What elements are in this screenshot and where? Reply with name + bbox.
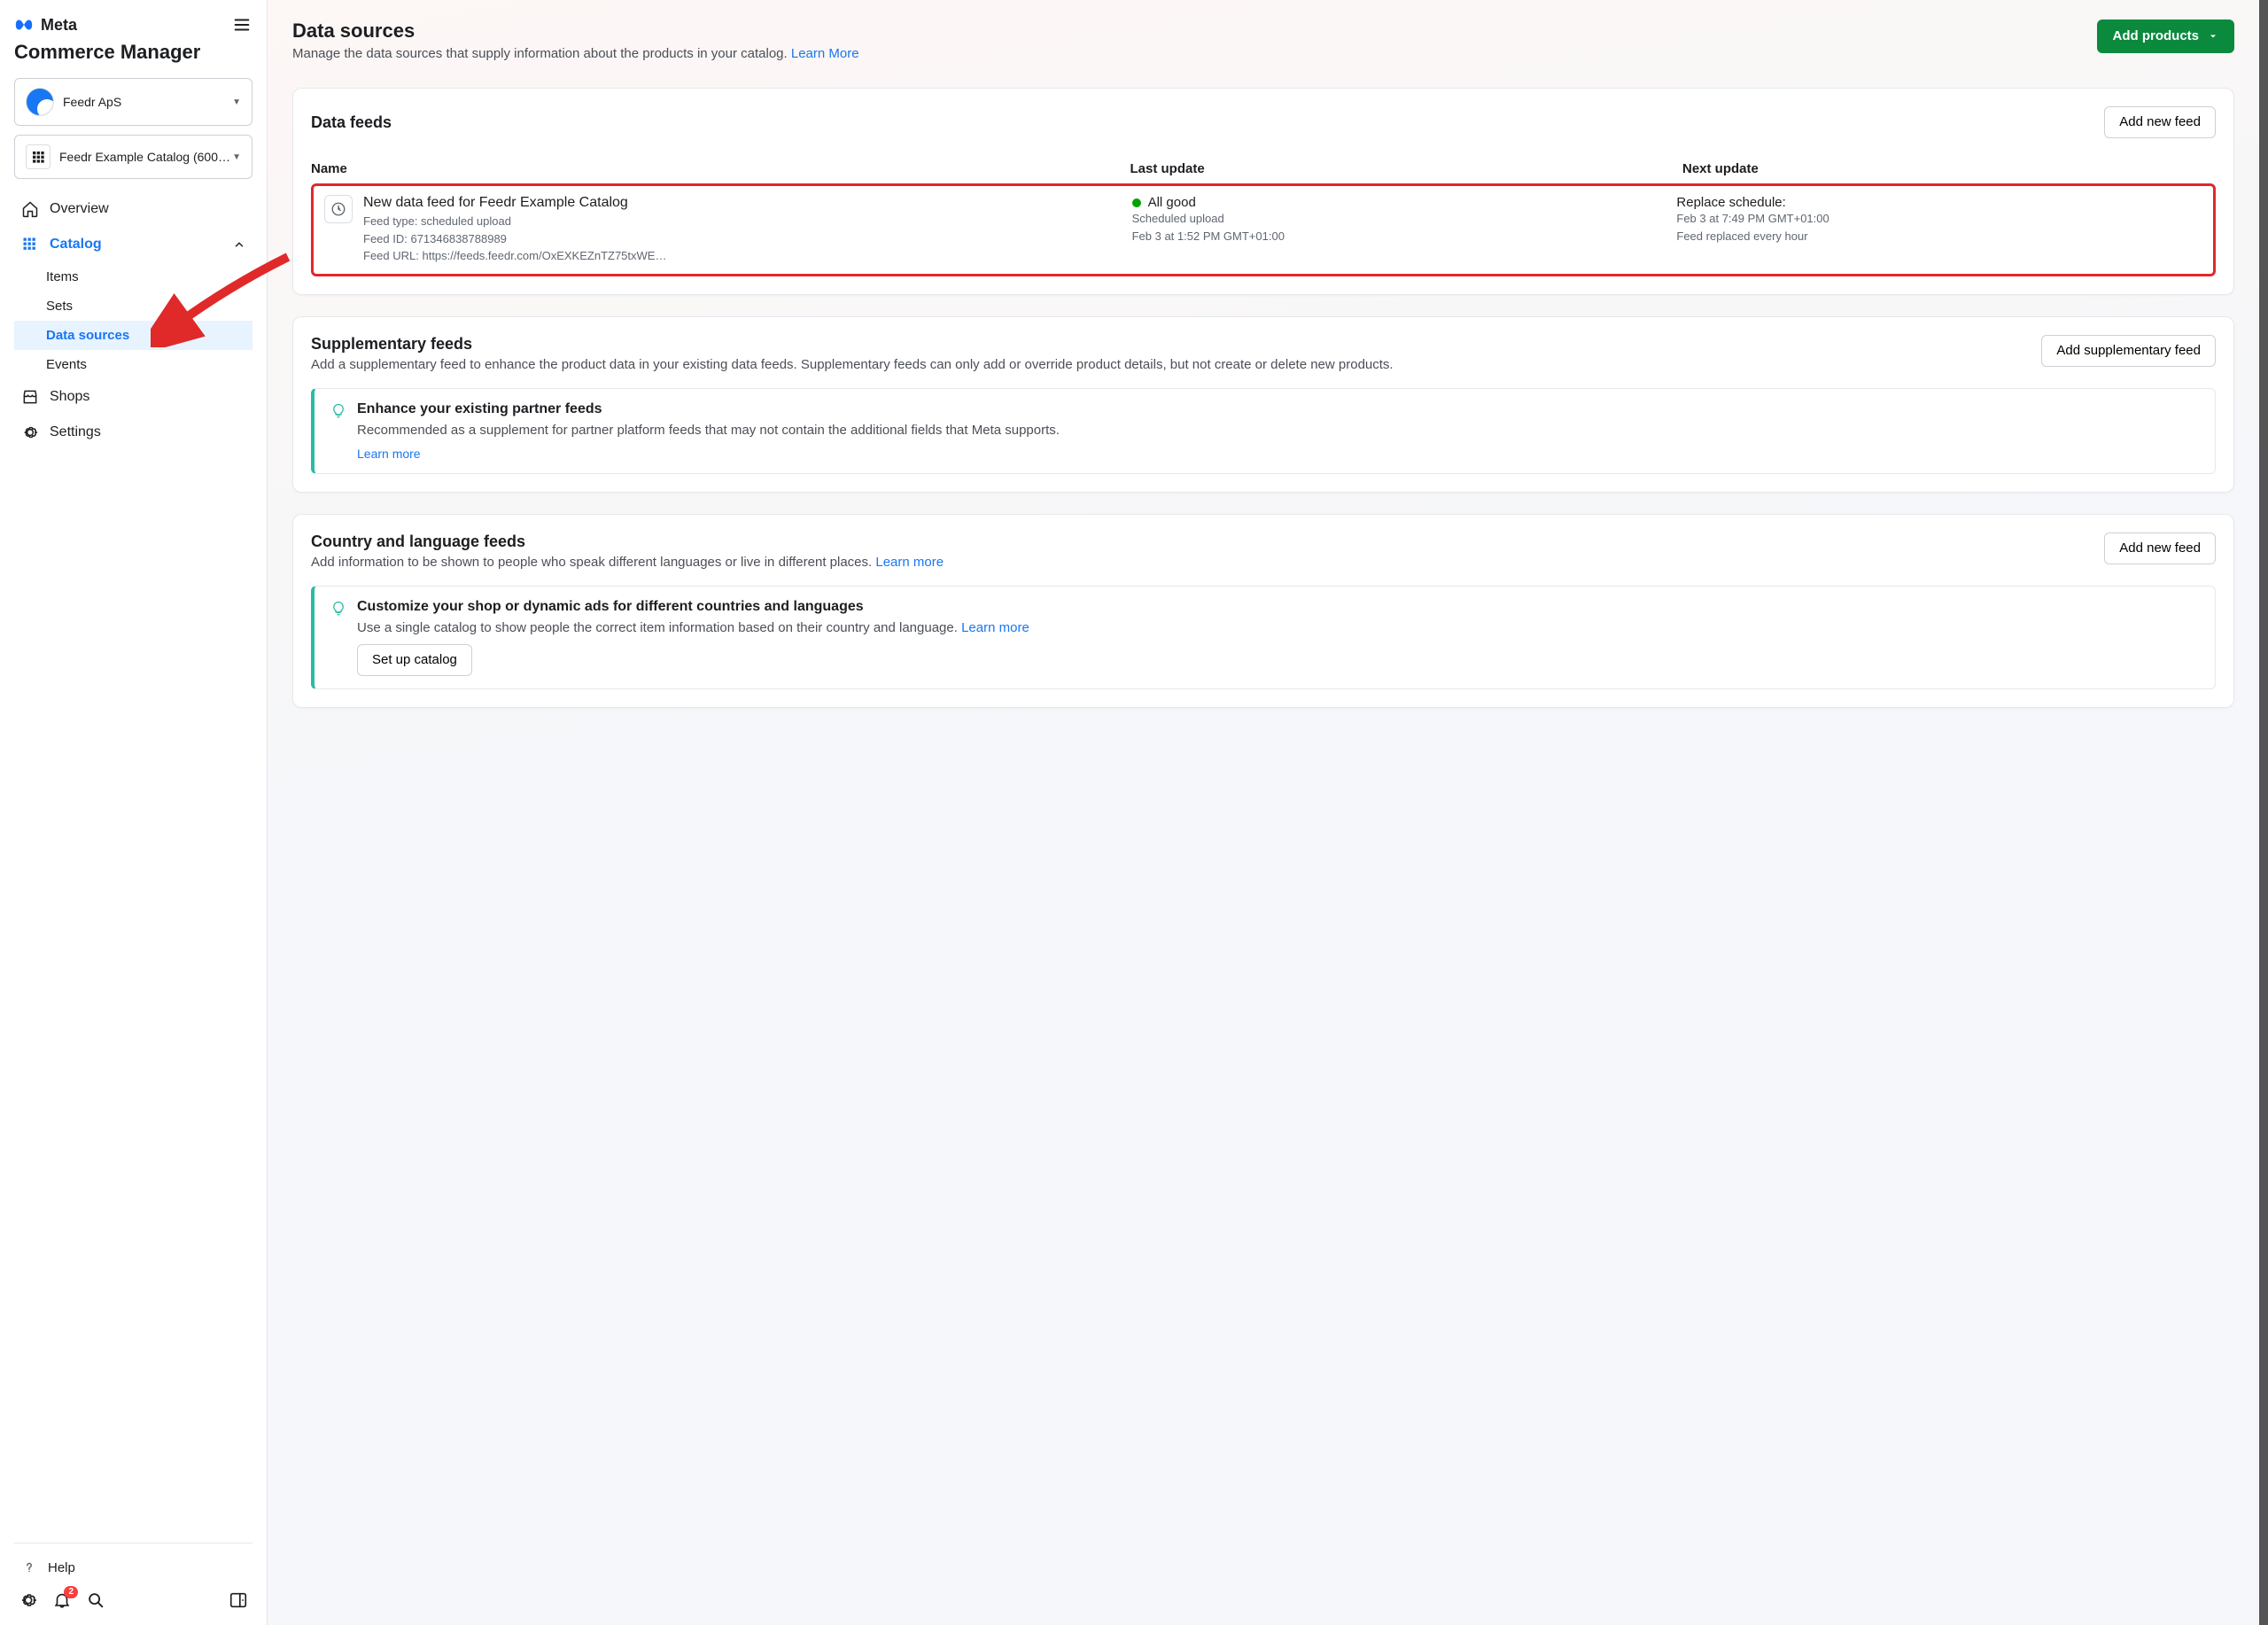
nav-sets[interactable]: Sets (14, 292, 252, 321)
home-icon (21, 200, 39, 218)
country-language-card: Country and language feeds Add informati… (292, 514, 2234, 708)
notifications-icon-button[interactable]: 2 (51, 1590, 73, 1611)
feed-url: Feed URL: https://feeds.feedr.com/OxEXKE… (363, 247, 1118, 265)
status-dot-icon (1132, 198, 1141, 207)
country-tip-title: Customize your shop or dynamic ads for d… (357, 599, 2199, 615)
supp-tip-desc: Recommended as a supplement for partner … (357, 423, 1060, 438)
supp-title: Supplementary feeds (311, 335, 2023, 354)
catalog-grid-icon (26, 144, 50, 169)
catalog-selector[interactable]: Feedr Example Catalog (600… ▼ (14, 135, 252, 179)
collapse-panel-icon[interactable] (228, 1590, 249, 1611)
lightbulb-icon (330, 403, 346, 419)
col-name: Name (311, 161, 1130, 176)
lightbulb-icon (330, 601, 346, 617)
setup-catalog-button[interactable]: Set up catalog (357, 644, 472, 676)
business-selector[interactable]: Feedr ApS ▼ (14, 78, 252, 126)
nav-shops-label: Shops (50, 389, 89, 405)
chevron-down-icon: ▼ (232, 97, 241, 107)
nav-help[interactable]: Help (14, 1552, 252, 1582)
country-learn-more-link[interactable]: Learn more (875, 555, 944, 570)
col-last-update: Last update (1130, 161, 1683, 176)
nav-catalog-label: Catalog (50, 237, 102, 253)
nav-items[interactable]: Items (14, 262, 252, 292)
search-icon-button[interactable] (85, 1590, 106, 1611)
nav-overview-label: Overview (50, 201, 109, 217)
nav-catalog[interactable]: Catalog (14, 227, 252, 262)
catalog-selector-label: Feedr Example Catalog (600… (59, 150, 230, 164)
chevron-down-icon (2208, 31, 2218, 42)
supp-tip-link[interactable]: Learn more (357, 447, 421, 461)
app-title: Commerce Manager (14, 41, 252, 64)
feed-status-sub1: Scheduled upload (1132, 210, 1677, 228)
main-content: Data sources Manage the data sources tha… (268, 0, 2268, 1625)
country-desc: Add information to be shown to people wh… (311, 555, 2086, 570)
country-tip-desc: Use a single catalog to show people the … (357, 620, 2199, 635)
add-products-button[interactable]: Add products (2097, 19, 2235, 53)
country-tip-link[interactable]: Learn more (961, 620, 1029, 635)
settings-icon-button[interactable] (18, 1590, 39, 1611)
add-supplementary-feed-button[interactable]: Add supplementary feed (2041, 335, 2216, 367)
sidebar: Meta Commerce Manager Feedr ApS ▼ Feedr … (0, 0, 268, 1625)
page-learn-more-link[interactable]: Learn More (791, 46, 859, 61)
sidebar-nav: Overview Catalog Items Sets Data sources… (14, 191, 252, 450)
notifications-badge: 2 (64, 1586, 78, 1598)
feed-next-line2: Feb 3 at 7:49 PM GMT+01:00 (1676, 210, 2202, 228)
feeds-table-header: Name Last update Next update (311, 154, 2216, 183)
feed-title: New data feed for Feedr Example Catalog (363, 195, 1118, 211)
nav-settings[interactable]: Settings (14, 415, 252, 450)
nav-overview[interactable]: Overview (14, 191, 252, 227)
brand-company: Meta (41, 16, 77, 35)
feed-status: All good (1148, 195, 1196, 210)
nav-settings-label: Settings (50, 424, 101, 440)
business-avatar-icon (26, 88, 54, 116)
brand: Meta (14, 15, 77, 35)
col-next-update: Next update (1682, 161, 2216, 176)
shop-icon (21, 388, 39, 406)
country-title: Country and language feeds (311, 533, 2086, 551)
supplementary-feeds-card: Supplementary feeds Add a supplementary … (292, 316, 2234, 493)
help-icon (21, 1559, 37, 1575)
feed-next-line3: Feed replaced every hour (1676, 228, 2202, 245)
supp-tip: Enhance your existing partner feeds Reco… (311, 388, 2216, 474)
nav-events[interactable]: Events (14, 350, 252, 379)
feed-type: Feed type: scheduled upload (363, 213, 1118, 230)
supp-desc: Add a supplementary feed to enhance the … (311, 357, 2023, 372)
add-new-feed-button[interactable]: Add new feed (2104, 106, 2216, 138)
data-feeds-card: Data feeds Add new feed Name Last update… (292, 88, 2234, 295)
clock-icon (324, 195, 353, 223)
country-tip: Customize your shop or dynamic ads for d… (311, 586, 2216, 689)
add-country-feed-button[interactable]: Add new feed (2104, 533, 2216, 564)
supp-tip-title: Enhance your existing partner feeds (357, 401, 1060, 417)
page-title: Data sources (292, 19, 859, 43)
nav-help-label: Help (48, 1560, 75, 1575)
business-selector-label: Feedr ApS (63, 95, 121, 109)
chevron-down-icon: ▼ (232, 152, 241, 162)
nav-shops[interactable]: Shops (14, 379, 252, 415)
gear-icon (21, 424, 39, 441)
feed-next-line1: Replace schedule: (1676, 195, 2202, 210)
page-subtitle: Manage the data sources that supply info… (292, 46, 859, 61)
data-feeds-title: Data feeds (311, 113, 392, 132)
catalog-icon (21, 236, 39, 253)
hamburger-icon[interactable] (231, 14, 252, 35)
feed-row[interactable]: New data feed for Feedr Example Catalog … (311, 183, 2216, 276)
feed-id: Feed ID: 671346838788989 (363, 230, 1118, 248)
feed-status-sub2: Feb 3 at 1:52 PM GMT+01:00 (1132, 228, 1677, 245)
chevron-up-icon (233, 238, 245, 251)
nav-data-sources[interactable]: Data sources (14, 321, 252, 350)
meta-logo-icon (14, 15, 34, 35)
